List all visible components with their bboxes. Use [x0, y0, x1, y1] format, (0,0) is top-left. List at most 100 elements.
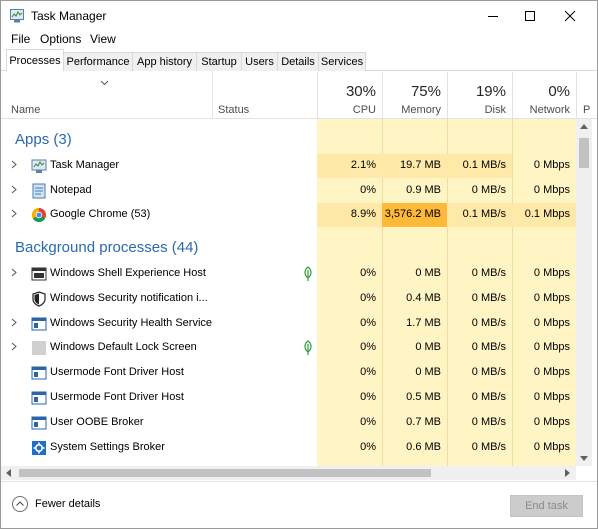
- blank-app-icon: [32, 341, 46, 356]
- disk-value: 0 MB/s: [471, 267, 506, 279]
- title-bar[interactable]: Task Manager: [1, 1, 597, 31]
- app-row[interactable]: Notepad 0% 0.9 MB 0 MB/s 0 Mbps: [1, 179, 576, 203]
- service-window-icon: [31, 366, 47, 380]
- fewer-details-link[interactable]: Fewer details: [35, 498, 100, 510]
- scroll-left-arrow-icon[interactable]: [6, 469, 11, 477]
- background-process-row[interactable]: Windows Security notification i... 0% 0.4 …: [1, 287, 576, 311]
- disk-value: 0 MB/s: [471, 183, 506, 196]
- chevron-up-icon: [16, 501, 24, 506]
- background-process-row[interactable]: Usermode Font Driver Host 0% 0.5 MB 0 MB/s 0…: [1, 386, 576, 410]
- tab-processes[interactable]: Processes: [6, 49, 64, 71]
- app-row[interactable]: Google Chrome (53) 8.9% 3,576.2 MB 0.1 MB/s…: [1, 203, 576, 228]
- column-header-cpu[interactable]: 30% CPU: [317, 72, 382, 119]
- menu-file[interactable]: File: [11, 32, 30, 46]
- shield-icon: [32, 291, 46, 307]
- cpu-value: 0%: [360, 415, 376, 428]
- cpu-value: 0%: [360, 366, 376, 379]
- memory-value: 0 MB: [415, 366, 441, 379]
- vertical-scroll-thumb[interactable]: [579, 138, 589, 168]
- suspended-leaf-icon: [304, 266, 312, 281]
- process-name: Usermode Font Driver Host: [50, 391, 184, 403]
- tab-details[interactable]: Details: [277, 52, 319, 71]
- expand-chevron-icon[interactable]: [11, 318, 17, 327]
- column-header-name[interactable]: Name: [11, 104, 40, 116]
- tab-users[interactable]: Users: [241, 52, 278, 71]
- memory-value: 0.6 MB: [406, 440, 441, 453]
- cpu-value: 2.1%: [350, 159, 376, 171]
- column-header-disk[interactable]: 19% Disk: [447, 72, 512, 119]
- column-header-power[interactable]: P: [583, 104, 590, 116]
- service-window-icon: [31, 317, 47, 331]
- settings-gear-icon: [32, 440, 46, 455]
- menu-options[interactable]: Options: [40, 32, 81, 46]
- menu-view[interactable]: View: [90, 32, 116, 46]
- background-process-row[interactable]: System Settings Broker 0% 0.6 MB 0 MB/s 0 Mb…: [1, 436, 576, 460]
- cpu-value: 0%: [360, 341, 376, 354]
- memory-value: 0.9 MB: [406, 183, 441, 196]
- memory-value: 0 MB: [415, 341, 441, 354]
- process-name: Task Manager: [50, 159, 120, 171]
- column-header-network[interactable]: 0% Network: [512, 72, 576, 119]
- fewer-details-button[interactable]: [12, 496, 28, 512]
- network-label: Network: [529, 104, 570, 116]
- app-window-icon: [31, 267, 47, 281]
- memory-label: Memory: [401, 104, 441, 116]
- process-name: Google Chrome (53): [50, 208, 151, 221]
- cpu-value: 0%: [360, 267, 376, 279]
- background-process-row[interactable]: Windows Shell Experience Host 0% 0 MB 0 MB/…: [1, 262, 576, 286]
- cpu-value: 0%: [360, 391, 376, 403]
- disk-value: 0 MB/s: [471, 341, 506, 354]
- background-process-row[interactable]: Windows Security Health Service 0% 1.7 MB 0…: [1, 312, 576, 336]
- expand-chevron-icon[interactable]: [11, 268, 17, 277]
- notepad-icon: [32, 183, 46, 199]
- tab-startup[interactable]: Startup: [196, 52, 242, 71]
- vertical-scrollbar[interactable]: [576, 119, 592, 466]
- network-total-percent: 0%: [548, 83, 570, 100]
- expand-chevron-icon[interactable]: [11, 185, 17, 194]
- tab-performance[interactable]: Performance: [63, 52, 133, 71]
- cpu-value: 0%: [360, 183, 376, 196]
- window-title: Task Manager: [31, 9, 107, 23]
- maximize-button[interactable]: [512, 1, 548, 31]
- app-row[interactable]: Task Manager 2.1% 19.7 MB 0.1 MB/s 0 Mbps: [1, 154, 576, 178]
- process-name: Windows Security Health Service: [50, 316, 213, 329]
- column-header-status[interactable]: Status: [218, 104, 249, 116]
- memory-value: 1.7 MB: [406, 316, 441, 329]
- horizontal-scroll-thumb[interactable]: [19, 469, 431, 477]
- cpu-value: 0%: [360, 316, 376, 329]
- minimize-button[interactable]: [475, 1, 511, 31]
- background-process-row[interactable]: Usermode Font Driver Host 0% 0 MB 0 MB/s 0 M…: [1, 361, 576, 385]
- cpu-value: 0%: [360, 291, 376, 304]
- expand-chevron-icon[interactable]: [11, 342, 17, 351]
- memory-value: 0.5 MB: [406, 391, 441, 403]
- scroll-right-arrow-icon[interactable]: [565, 469, 570, 477]
- memory-value: 19.7 MB: [400, 159, 441, 171]
- process-name: Usermode Font Driver Host: [50, 366, 184, 379]
- scroll-down-arrow-icon[interactable]: [580, 456, 588, 461]
- close-button[interactable]: [552, 1, 588, 31]
- network-value: 0 Mbps: [533, 267, 570, 279]
- background-process-row[interactable]: User OOBE Broker 0% 0.7 MB 0 MB/s 0 Mbps: [1, 411, 576, 435]
- tab-app-history[interactable]: App history: [132, 52, 197, 71]
- network-value: 0 Mbps: [533, 440, 570, 453]
- scroll-up-arrow-icon[interactable]: [580, 124, 588, 129]
- disk-total-percent: 19%: [475, 83, 506, 100]
- background-process-row[interactable]: Windows Default Lock Screen 0% 0 MB 0 MB/s 0…: [1, 336, 576, 360]
- group-background-header: Background processes (44): [15, 239, 199, 256]
- cpu-label: CPU: [352, 104, 376, 116]
- disk-value: 0.1 MB/s: [462, 159, 506, 171]
- column-header-memory[interactable]: 75% Memory: [382, 72, 447, 119]
- tab-services[interactable]: Services: [318, 52, 366, 71]
- group-apps-header: Apps (3): [15, 131, 72, 148]
- footer-bar: Fewer details End task: [1, 481, 597, 528]
- end-task-button[interactable]: End task: [510, 495, 583, 517]
- chrome-icon: [32, 208, 46, 223]
- cpu-total-percent: 30%: [345, 83, 376, 100]
- process-name: Windows Default Lock Screen: [50, 341, 197, 354]
- disk-value: 0 MB/s: [471, 440, 506, 453]
- service-window-icon: [31, 391, 47, 405]
- expand-chevron-icon[interactable]: [11, 160, 17, 169]
- horizontal-scrollbar[interactable]: [1, 466, 576, 480]
- expand-chevron-icon[interactable]: [11, 209, 17, 218]
- process-name: User OOBE Broker: [50, 415, 144, 428]
